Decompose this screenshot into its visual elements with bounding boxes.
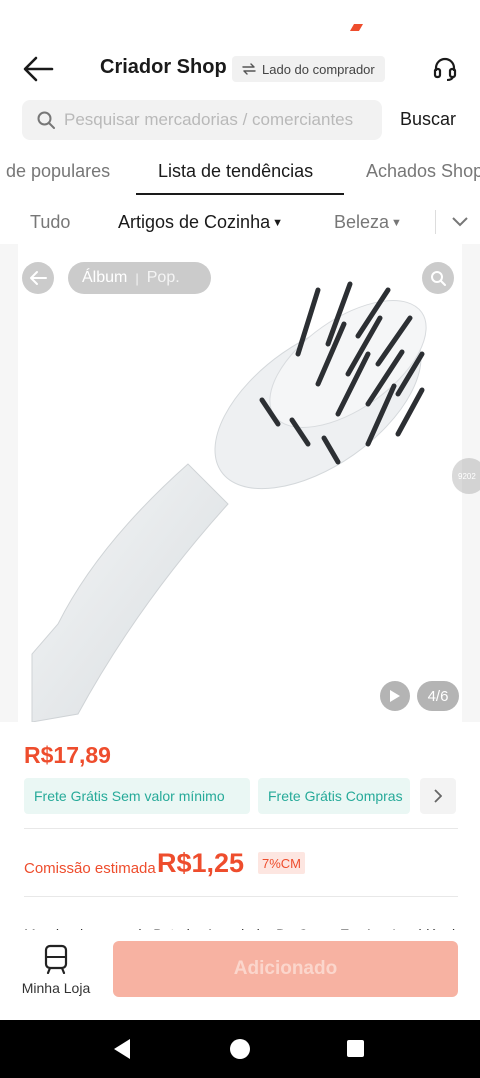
chevron-down-icon [452, 217, 468, 227]
mode-pop[interactable]: Pop. [147, 269, 180, 287]
divider [435, 210, 436, 234]
customer-support-button[interactable] [428, 52, 462, 86]
product-price: R$17,89 [24, 742, 111, 768]
nav-recents-icon[interactable] [347, 1040, 364, 1057]
subcat-tudo[interactable]: Tudo [30, 212, 70, 233]
more-promos-button[interactable] [420, 778, 456, 814]
image-counter: 4/6 [417, 681, 459, 711]
search-icon [431, 271, 446, 286]
image-search-button[interactable] [422, 262, 454, 294]
chevron-right-icon [434, 789, 442, 803]
arrow-left-icon [23, 56, 54, 82]
caret-down-icon: ▼ [272, 217, 283, 229]
active-tab-indicator [136, 193, 344, 195]
category-tabs: de populares Lista de tendências Achados… [0, 150, 480, 196]
side-badge-text: 9202 [458, 471, 476, 481]
nav-back-icon[interactable] [112, 1038, 132, 1060]
buyer-side-switch[interactable]: Lado do comprador [232, 56, 385, 82]
tab-tendencias[interactable]: Lista de tendências [158, 161, 313, 182]
subcategory-bar: Tudo Artigos de Cozinha ▼ Beleza ▼ [0, 200, 480, 244]
status-indicator [349, 24, 364, 31]
back-button[interactable] [18, 52, 58, 86]
my-store-label: Minha Loja [21, 980, 91, 996]
divider [24, 896, 458, 897]
caret-down-icon: ▼ [391, 217, 402, 229]
arrow-left-icon [30, 271, 47, 285]
bottom-action-bar: Minha Loja Adicionado [0, 930, 480, 1020]
product-image-gallery[interactable]: Álbum | Pop. 9202 4/6 [0, 244, 480, 722]
commission-value: R$1,25 [157, 848, 245, 878]
subcat-beleza[interactable]: Beleza ▼ [334, 212, 402, 233]
search-icon [36, 110, 56, 130]
play-icon [390, 690, 400, 702]
search-button[interactable]: Buscar [400, 109, 456, 130]
meat-tenderizer-illustration [31, 281, 427, 722]
promo-badge-free-shipping-purchases[interactable]: Frete Grátis Compras [258, 778, 410, 814]
system-navigation-bar [0, 1020, 480, 1078]
floating-side-badge[interactable]: 9202 [452, 458, 480, 494]
role-chip-label: Lado do comprador [262, 61, 375, 77]
search-input[interactable] [64, 110, 374, 130]
commission-label: Comissão estimada [24, 860, 156, 877]
expand-categories-button[interactable] [448, 210, 472, 234]
gallery-mode-switch[interactable]: Álbum | Pop. [68, 262, 211, 294]
search-bar [22, 100, 382, 140]
subcat-cozinha[interactable]: Artigos de Cozinha ▼ [118, 212, 283, 233]
commission-rate-badge: 7%CM [258, 852, 306, 874]
tab-achados[interactable]: Achados Shopee [366, 161, 480, 182]
mode-album[interactable]: Álbum [82, 269, 127, 287]
nav-home-icon[interactable] [230, 1039, 250, 1059]
my-store-button[interactable]: Minha Loja [16, 944, 96, 1004]
play-video-button[interactable] [380, 681, 410, 711]
pill-separator: | [135, 270, 139, 286]
divider [24, 828, 458, 829]
tab-populares[interactable]: de populares [6, 161, 110, 182]
promo-badge-free-shipping[interactable]: Frete Grátis Sem valor mínimo [24, 778, 250, 814]
swap-icon [242, 63, 256, 75]
added-button[interactable]: Adicionado [113, 941, 458, 997]
gallery-back-button[interactable] [22, 262, 54, 294]
headset-icon [433, 57, 457, 81]
store-icon [42, 944, 70, 974]
product-image [18, 244, 462, 722]
top-header: Criador Shop Lado do comprador [0, 44, 480, 94]
page-title: Criador Shop [100, 56, 227, 78]
